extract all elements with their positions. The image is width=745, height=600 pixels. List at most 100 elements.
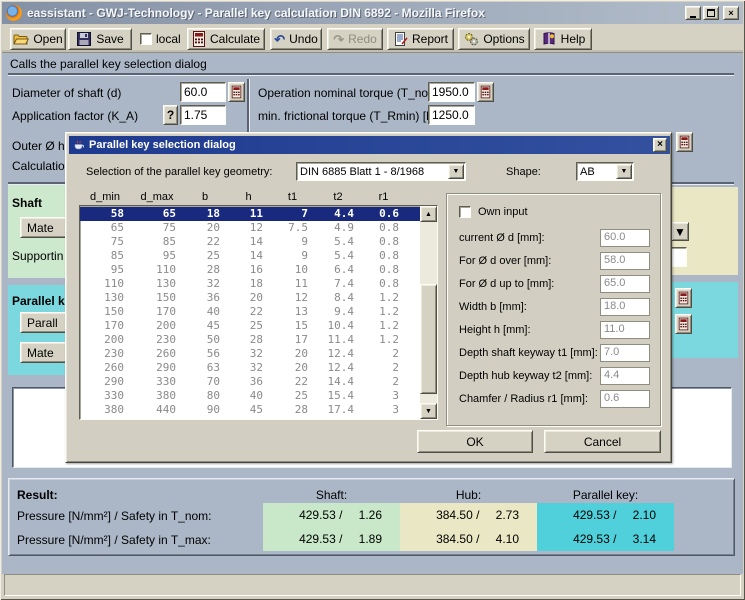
table-cell: 12 bbox=[228, 221, 271, 235]
hub-calc-button[interactable] bbox=[676, 132, 693, 152]
table-cell: 22 bbox=[184, 235, 228, 249]
result-cell: 429.53 /2.10 bbox=[537, 503, 674, 527]
window-titlebar: eassistant - GWJ-Technology - Parallel k… bbox=[2, 2, 743, 24]
application-factor-input[interactable] bbox=[180, 105, 226, 125]
local-label: local bbox=[156, 32, 181, 46]
cancel-button[interactable]: Cancel bbox=[544, 430, 661, 453]
table-cell: 36 bbox=[228, 375, 271, 389]
table-cell: 20 bbox=[184, 221, 228, 235]
table-row[interactable]: 38044090452817.43 bbox=[80, 403, 420, 417]
redo-icon: ↷ bbox=[333, 33, 344, 46]
close-button[interactable]: × bbox=[723, 6, 739, 20]
table-row[interactable]: 1301503620128.41.2 bbox=[80, 291, 420, 305]
result-col-key: Parallel key: bbox=[537, 488, 674, 502]
table-row[interactable]: 1101303218117.40.8 bbox=[80, 277, 420, 291]
table-cell: 10 bbox=[271, 263, 316, 277]
hub-input[interactable] bbox=[670, 247, 687, 267]
own-input-field-value[interactable]: 58.0 bbox=[600, 252, 650, 270]
open-button[interactable]: Open bbox=[10, 28, 66, 50]
own-input-field-value[interactable]: 4.4 bbox=[600, 367, 650, 385]
scrollbar-thumb[interactable] bbox=[420, 284, 437, 394]
scrollbar-track[interactable] bbox=[420, 222, 437, 403]
hub-dropdown-button[interactable]: ▼ bbox=[671, 222, 689, 241]
table-row[interactable]: 7585221495.40.8 bbox=[80, 235, 420, 249]
result-column: 429.53 /2.10429.53 /3.14 bbox=[537, 503, 674, 551]
table-cell: 11 bbox=[271, 277, 316, 291]
own-input-field-value[interactable]: 60.0 bbox=[600, 229, 650, 247]
own-input-checkbox[interactable] bbox=[459, 206, 471, 218]
table-cell: 14.4 bbox=[316, 375, 362, 389]
minimize-button[interactable] bbox=[685, 6, 701, 20]
table-row[interactable]: 8595251495.40.8 bbox=[80, 249, 420, 263]
table-cell: 40 bbox=[184, 305, 228, 319]
supporting-label: Supportin bbox=[12, 249, 63, 263]
nominal-torque-input[interactable] bbox=[428, 82, 475, 102]
shape-select[interactable]: AB ▼ bbox=[576, 162, 634, 181]
table-cell: 9 bbox=[271, 235, 316, 249]
frictional-torque-input[interactable] bbox=[428, 105, 475, 125]
nominal-torque-calc-button[interactable] bbox=[477, 82, 494, 102]
table-cell: 28 bbox=[271, 403, 316, 417]
table-row[interactable]: 17020045251510.41.2 bbox=[80, 319, 420, 333]
table-row[interactable]: 657520127.54.90.8 bbox=[80, 221, 420, 235]
key-side-panel bbox=[670, 282, 738, 358]
table-row[interactable]: 1501704022139.41.2 bbox=[80, 305, 420, 319]
calculate-button[interactable]: Calculate bbox=[187, 28, 265, 50]
table-row[interactable]: 951102816106.40.8 bbox=[80, 263, 420, 277]
frictional-torque-label: min. frictional torque (T_Rmin) [Nm] bbox=[258, 109, 448, 123]
options-button[interactable]: Options bbox=[458, 28, 530, 50]
table-cell: 290 bbox=[80, 375, 132, 389]
application-factor-help-button[interactable]: ? bbox=[163, 105, 178, 125]
table-cell: 170 bbox=[80, 319, 132, 333]
table-row[interactable]: 33038080402515.43 bbox=[80, 389, 420, 403]
parallel-key-selection-dialog: Parallel key selection dialog × Selectio… bbox=[65, 132, 672, 463]
table-cell: 9 bbox=[271, 249, 316, 263]
own-input-field-value[interactable]: 11.0 bbox=[600, 321, 650, 339]
geometry-select[interactable]: DIN 6885 Blatt 1 - 8/1968 ▼ bbox=[296, 162, 466, 181]
maximize-button[interactable] bbox=[703, 6, 719, 20]
calculator-icon bbox=[192, 31, 206, 47]
table-cell: 15 bbox=[271, 319, 316, 333]
result-title: Result: bbox=[17, 488, 58, 502]
scrollbar[interactable]: ▲ ▼ bbox=[420, 206, 437, 419]
table-cell: 230 bbox=[132, 333, 184, 347]
own-input-field-label: current Ø d [mm]: bbox=[459, 232, 545, 244]
table-row[interactable]: 26029063322012.42 bbox=[80, 361, 420, 375]
help-button[interactable]: Help bbox=[534, 28, 592, 50]
chevron-down-icon[interactable]: ▼ bbox=[448, 164, 464, 179]
table-cell: 95 bbox=[80, 263, 132, 277]
key-calc-button-2[interactable] bbox=[675, 314, 692, 334]
table-row[interactable]: 29033070362214.42 bbox=[80, 375, 420, 389]
table-cell: 230 bbox=[80, 347, 132, 361]
report-button[interactable]: Report bbox=[387, 28, 454, 50]
key-table-rows: 5865181174.40.6657520127.54.90.875852214… bbox=[80, 206, 420, 419]
scroll-down-icon[interactable]: ▼ bbox=[420, 403, 437, 419]
key-table[interactable]: 5865181174.40.6657520127.54.90.875852214… bbox=[79, 205, 438, 420]
own-input-field-value[interactable]: 7.0 bbox=[600, 344, 650, 362]
table-row[interactable]: 23026056322012.42 bbox=[80, 347, 420, 361]
minimize-icon bbox=[690, 16, 696, 18]
table-cell: 65 bbox=[132, 207, 184, 221]
diameter-label: Diameter of shaft (d) bbox=[12, 86, 121, 100]
ok-button[interactable]: OK bbox=[417, 430, 533, 453]
own-input-field-value[interactable]: 65.0 bbox=[600, 275, 650, 293]
own-input-field-value[interactable]: 0.6 bbox=[600, 390, 650, 408]
diameter-input[interactable] bbox=[180, 82, 226, 102]
table-cell: 12.4 bbox=[316, 361, 362, 375]
dialog-close-button[interactable]: × bbox=[653, 138, 667, 152]
table-row[interactable]: 5865181174.40.6 bbox=[80, 207, 420, 221]
own-input-label: Own input bbox=[478, 206, 528, 218]
undo-button[interactable]: ↶ Undo bbox=[270, 28, 322, 50]
diameter-calc-button[interactable] bbox=[228, 82, 245, 102]
local-checkbox[interactable] bbox=[140, 33, 152, 45]
own-input-field-value[interactable]: 18.0 bbox=[600, 298, 650, 316]
save-button[interactable]: Save bbox=[68, 28, 132, 50]
table-cell: 110 bbox=[132, 263, 184, 277]
table-row[interactable]: 20023050281711.41.2 bbox=[80, 333, 420, 347]
own-input-fields: current Ø d [mm]:60.0For Ø d over [mm]:5… bbox=[459, 226, 650, 410]
key-calc-button-1[interactable] bbox=[675, 288, 692, 308]
redo-button[interactable]: ↷ Redo bbox=[327, 28, 383, 50]
chevron-down-icon[interactable]: ▼ bbox=[616, 164, 632, 179]
table-cell: 15.4 bbox=[316, 389, 362, 403]
scroll-up-icon[interactable]: ▲ bbox=[420, 206, 437, 222]
